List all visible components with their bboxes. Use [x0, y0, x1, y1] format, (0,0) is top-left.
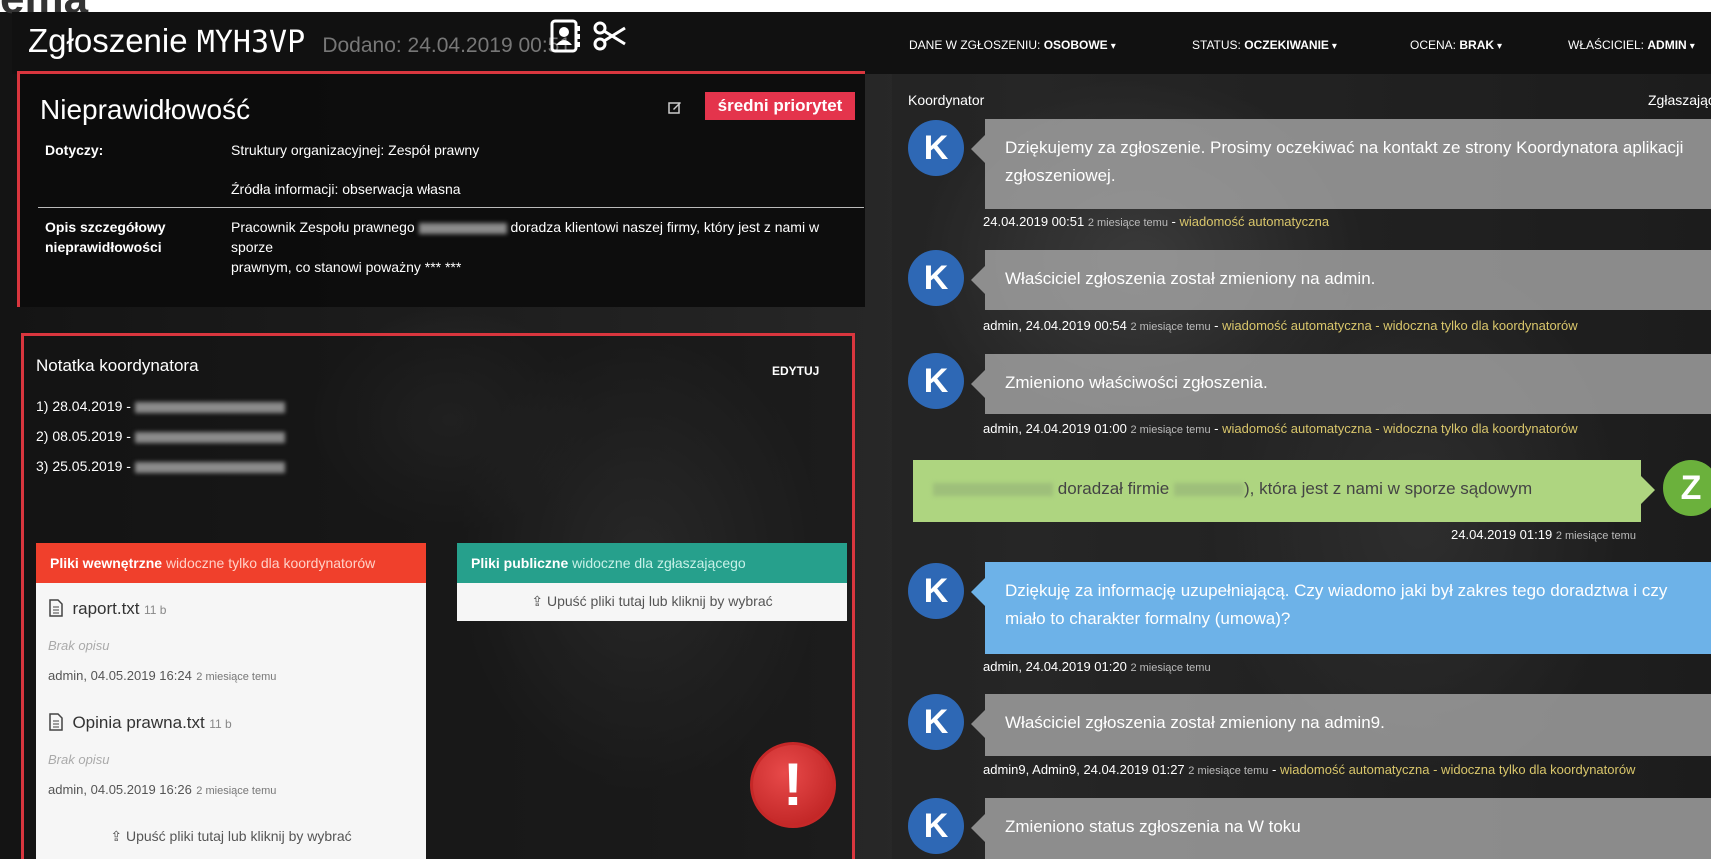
coordinator-note-title: Notatka koordynatora [36, 356, 199, 375]
file-description: Brak opisu [48, 638, 110, 653]
chat-message: Zmieniono status zgłoszenia na W toku [971, 798, 1711, 859]
concerns-structure: Struktury organizacyjnej: Zespół prawny [231, 142, 480, 158]
divider [38, 207, 864, 208]
alert-icon[interactable]: ! [750, 742, 836, 828]
menu-personal-data[interactable]: DANE W ZGŁOSZENIU: OSOBOWE ▾ [909, 38, 1116, 52]
avatar: K [908, 120, 964, 176]
redacted-text [134, 431, 285, 443]
internal-dropzone[interactable]: ⇪ Upuść pliki tutaj lub kliknij by wybra… [36, 828, 426, 845]
coordinator-label: Koordynator [908, 92, 985, 108]
concerns-source: Źródła informacji: obserwacja własna [231, 181, 461, 197]
title-text: Zgłoszenie [28, 22, 188, 59]
ticket-code: MYH3VP [196, 25, 306, 60]
avatar: K [908, 563, 964, 619]
message-meta: 24.04.2019 00:51 2 miesiące temu - wiado… [983, 214, 1330, 229]
message-meta: admin9, Admin9, 24.04.2019 01:27 2 miesi… [983, 762, 1636, 777]
redacted-text [134, 461, 285, 473]
caret-down-icon: ▾ [1110, 41, 1116, 52]
redacted-text [418, 222, 507, 234]
redacted-text [134, 401, 285, 413]
file-item[interactable]: raport.txt 11 b [48, 599, 166, 619]
description-label: Opis szczegółowy nieprawidłowości [45, 219, 166, 255]
reporter-label: Zgłaszający [1648, 92, 1711, 108]
caret-down-icon: ▾ [1331, 41, 1337, 52]
redacted-text [933, 483, 1053, 497]
file-icon [49, 713, 63, 731]
message-meta: admin, 24.04.2019 01:00 2 miesiące temu … [983, 421, 1578, 436]
caret-down-icon: ▾ [1497, 41, 1503, 52]
concerns-label: Dotyczy: [45, 142, 104, 158]
report-title: Nieprawidłowość [40, 94, 251, 125]
report-panel: Nieprawidłowość średni priorytet Dotyczy… [17, 71, 865, 307]
caret-down-icon: ▾ [1689, 41, 1695, 52]
avatar: K [908, 798, 964, 854]
file-icon [49, 599, 63, 617]
edit-note-button[interactable]: EDYTUJ [772, 364, 819, 378]
chat-message: Dziękuję za informację uzupełniającą. Cz… [971, 562, 1711, 654]
message-meta: admin, 24.04.2019 00:54 2 miesiące temu … [983, 318, 1578, 333]
upload-icon: ⇪ [110, 828, 123, 844]
contact-card-icon[interactable] [547, 18, 583, 54]
internal-files-header: Pliki wewnętrzne widoczne tylko dla koor… [36, 543, 426, 583]
public-dropzone[interactable]: ⇪ Upuść pliki tutaj lub kliknij by wybra… [457, 583, 847, 610]
edit-icon[interactable] [668, 100, 682, 114]
avatar: K [908, 353, 964, 409]
file-item[interactable]: Opinia prawna.txt 11 b [48, 713, 232, 733]
file-name[interactable]: raport.txt [72, 599, 139, 618]
redacted-text [1173, 483, 1244, 497]
scissors-icon[interactable] [592, 18, 628, 54]
chat-message: Zmieniono właściwości zgłoszenia. [971, 354, 1711, 414]
menu-owner[interactable]: WŁAŚCICIEL: ADMIN ▾ [1568, 38, 1695, 52]
message-meta: admin, 24.04.2019 01:20 2 miesiące temu [983, 659, 1211, 674]
file-name[interactable]: Opinia prawna.txt [72, 713, 204, 732]
menu-status[interactable]: STATUS: OCZEKIWANIE ▾ [1192, 38, 1337, 52]
chat-message: Dziękujemy za zgłoszenie. Prosimy oczeki… [971, 119, 1711, 209]
avatar-reporter: Z [1663, 460, 1711, 516]
top-strip: ema [0, 0, 1711, 23]
message-meta: 24.04.2019 01:19 2 miesiące temu [1451, 527, 1636, 542]
internal-files-box: Pliki wewnętrzne widoczne tylko dla koor… [36, 543, 426, 859]
description-text: Pracownik Zespołu prawnego doradza klien… [231, 219, 820, 275]
priority-badge[interactable]: średni priorytet [705, 92, 855, 120]
file-meta: admin, 04.05.2019 16:24 2 miesiące temu [48, 668, 277, 683]
note-item: 1) 28.04.2019 - [36, 398, 285, 414]
added-date: Dodano: 24.04.2019 00:51 [322, 34, 572, 57]
file-description: Brak opisu [48, 752, 110, 767]
note-item: 3) 25.05.2019 - [36, 458, 285, 474]
chat-message-reporter: doradzał firmie ), która jest z nami w s… [913, 460, 1655, 522]
public-files-header: Pliki publiczne widoczne dla zgłaszające… [457, 543, 847, 583]
file-meta: admin, 04.05.2019 16:26 2 miesiące temu [48, 782, 277, 797]
avatar: K [908, 250, 964, 306]
menu-rating[interactable]: OCENA: BRAK ▾ [1410, 38, 1502, 52]
page-title: Zgłoszenie MYH3VP Dodano: 24.04.2019 00:… [28, 22, 571, 60]
ticket-header: Zgłoszenie MYH3VP Dodano: 24.04.2019 00:… [12, 12, 1711, 74]
note-item: 2) 08.05.2019 - [36, 428, 285, 444]
avatar: K [908, 694, 964, 750]
upload-icon: ⇪ [531, 593, 544, 609]
coordinator-note-panel: Notatka koordynatora EDYTUJ 1) 28.04.201… [21, 333, 855, 859]
chat-message: Właściciel zgłoszenia został zmieniony n… [971, 694, 1711, 756]
public-files-box: Pliki publiczne widoczne dla zgłaszające… [457, 543, 847, 621]
chat-message: Właściciel zgłoszenia został zmieniony n… [971, 250, 1711, 310]
